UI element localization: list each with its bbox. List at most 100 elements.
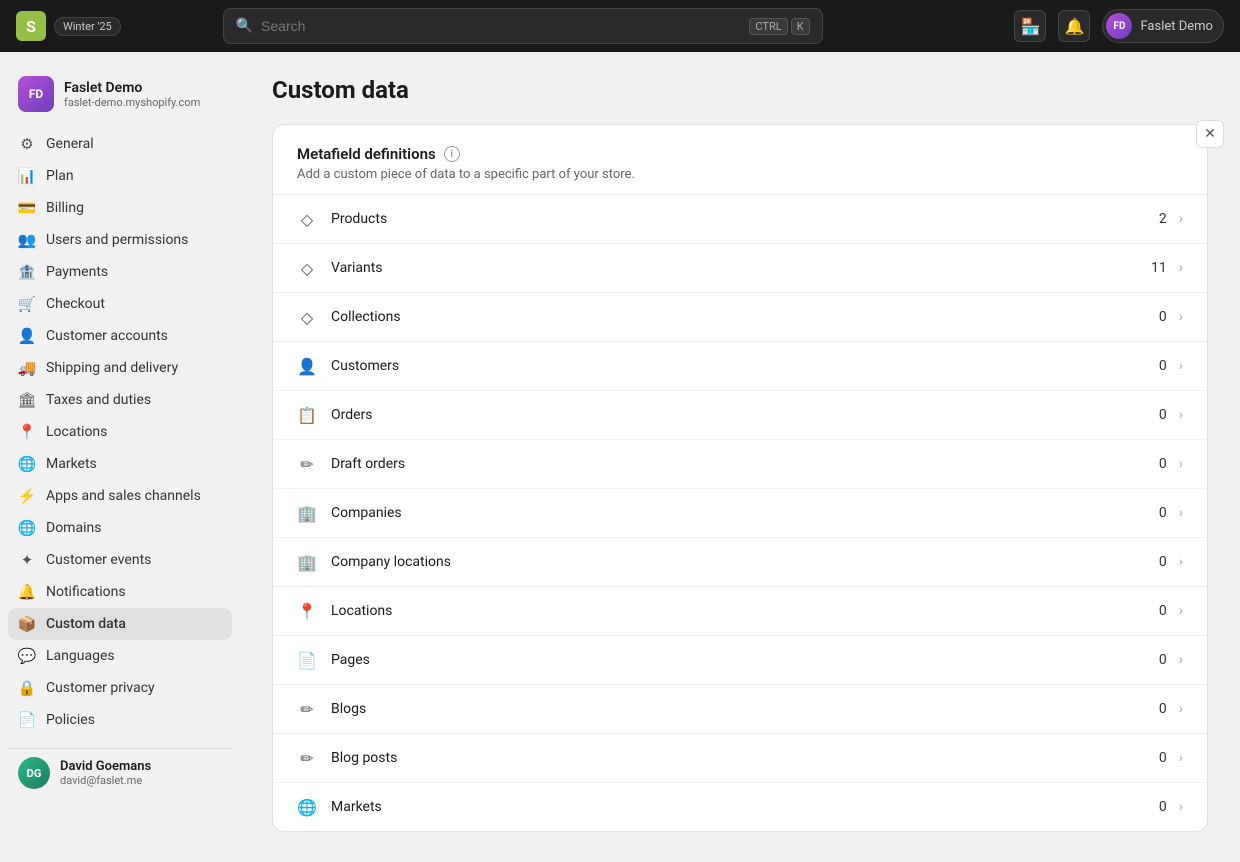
search-bar[interactable]: 🔍 CTRL K: [223, 8, 823, 44]
sidebar-item-users-permissions[interactable]: 👥 Users and permissions: [8, 224, 232, 256]
row-label-draft-orders: Draft orders: [331, 456, 1159, 472]
footer-info: David Goemans david@faslet.me: [60, 759, 151, 787]
row-chevron-products: ›: [1179, 211, 1183, 227]
metafield-rows: ◇ Products 2 › ◇ Variants 11 › ◇ Collect…: [273, 194, 1207, 831]
nav-icon-shipping-delivery: 🚚: [18, 359, 36, 377]
sidebar-item-billing[interactable]: 💳 Billing: [8, 192, 232, 224]
search-input[interactable]: [261, 18, 741, 34]
main-content: Custom data Metafield definitions i Add …: [240, 52, 1240, 856]
metafield-row-draft-orders[interactable]: ✏ Draft orders 0 ›: [273, 439, 1207, 488]
nav-icon-general: ⚙: [18, 135, 36, 153]
top-navigation: S Winter '25 🔍 CTRL K 🏪 🔔 FD Faslet Demo: [0, 0, 1240, 52]
sidebar-item-checkout[interactable]: 🛒 Checkout: [8, 288, 232, 320]
sidebar-item-payments[interactable]: 🏦 Payments: [8, 256, 232, 288]
sidebar-item-policies[interactable]: 📄 Policies: [8, 704, 232, 736]
notifications-button[interactable]: 🔔: [1058, 10, 1090, 42]
row-icon-locations: 📍: [297, 601, 317, 621]
sidebar-item-shipping-delivery[interactable]: 🚚 Shipping and delivery: [8, 352, 232, 384]
row-chevron-variants: ›: [1179, 260, 1183, 276]
metafield-row-blog-posts[interactable]: ✏ Blog posts 0 ›: [273, 733, 1207, 782]
metafield-row-variants[interactable]: ◇ Variants 11 ›: [273, 243, 1207, 292]
svg-text:S: S: [26, 17, 36, 36]
row-count-locations: 0: [1159, 603, 1167, 619]
sidebar-item-languages[interactable]: 💬 Languages: [8, 640, 232, 672]
row-icon-variants: ◇: [297, 258, 317, 278]
row-icon-blogs: ✏: [297, 699, 317, 719]
row-count-companies: 0: [1159, 505, 1167, 521]
metafield-row-products[interactable]: ◇ Products 2 ›: [273, 194, 1207, 243]
row-label-company-locations: Company locations: [331, 554, 1159, 570]
metafield-row-locations[interactable]: 📍 Locations 0 ›: [273, 586, 1207, 635]
sidebar-item-notifications[interactable]: 🔔 Notifications: [8, 576, 232, 608]
sidebar-item-domains[interactable]: 🌐 Domains: [8, 512, 232, 544]
sidebar-footer: DG David Goemans david@faslet.me: [8, 748, 232, 797]
row-chevron-companies: ›: [1179, 505, 1183, 521]
close-area: ✕: [1196, 120, 1224, 148]
row-label-pages: Pages: [331, 652, 1159, 668]
row-count-orders: 0: [1159, 407, 1167, 423]
sidebar-item-customer-accounts[interactable]: 👤 Customer accounts: [8, 320, 232, 352]
row-icon-draft-orders: ✏: [297, 454, 317, 474]
metafield-row-customers[interactable]: 👤 Customers 0 ›: [273, 341, 1207, 390]
nav-label-customer-events: Customer events: [46, 552, 151, 568]
card-header-title: Metafield definitions i: [297, 145, 1183, 163]
nav-label-shipping-delivery: Shipping and delivery: [46, 360, 178, 376]
sidebar-item-customer-privacy[interactable]: 🔒 Customer privacy: [8, 672, 232, 704]
sidebar-item-general[interactable]: ⚙ General: [8, 128, 232, 160]
sidebar-item-custom-data[interactable]: 📦 Custom data: [8, 608, 232, 640]
info-icon[interactable]: i: [444, 146, 460, 162]
sidebar-item-locations[interactable]: 📍 Locations: [8, 416, 232, 448]
nav-label-payments: Payments: [46, 264, 108, 280]
row-chevron-blogs: ›: [1179, 701, 1183, 717]
sidebar-item-taxes-duties[interactable]: 🏛 Taxes and duties: [8, 384, 232, 416]
nav-label-notifications: Notifications: [46, 584, 126, 600]
close-button[interactable]: ✕: [1196, 120, 1224, 148]
metafield-row-companies[interactable]: 🏢 Companies 0 ›: [273, 488, 1207, 537]
row-chevron-locations: ›: [1179, 603, 1183, 619]
user-menu[interactable]: FD Faslet Demo: [1102, 9, 1224, 43]
metafield-row-pages[interactable]: 📄 Pages 0 ›: [273, 635, 1207, 684]
row-icon-collections: ◇: [297, 307, 317, 327]
metafield-row-collections[interactable]: ◇ Collections 0 ›: [273, 292, 1207, 341]
metafield-card: Metafield definitions i Add a custom pie…: [272, 124, 1208, 832]
nav-label-checkout: Checkout: [46, 296, 105, 312]
nav-label-policies: Policies: [46, 712, 95, 728]
card-subtitle: Add a custom piece of data to a specific…: [297, 167, 1183, 182]
sidebar-item-plan[interactable]: 📊 Plan: [8, 160, 232, 192]
sidebar-item-markets[interactable]: 🌐 Markets: [8, 448, 232, 480]
store-url: faslet-demo.myshopify.com: [64, 96, 200, 109]
metafield-row-orders[interactable]: 📋 Orders 0 ›: [273, 390, 1207, 439]
row-chevron-pages: ›: [1179, 652, 1183, 668]
nav-icon-plan: 📊: [18, 167, 36, 185]
row-icon-blog-posts: ✏: [297, 748, 317, 768]
row-chevron-markets: ›: [1179, 799, 1183, 815]
nav-label-billing: Billing: [46, 200, 84, 216]
store-info: Faslet Demo faslet-demo.myshopify.com: [64, 80, 200, 109]
footer-name: David Goemans: [60, 759, 151, 774]
nav-icon-customer-accounts: 👤: [18, 327, 36, 345]
nav-label-markets: Markets: [46, 456, 97, 472]
metafield-row-company-locations[interactable]: 🏢 Company locations 0 ›: [273, 537, 1207, 586]
metafield-row-markets[interactable]: 🌐 Markets 0 ›: [273, 782, 1207, 831]
card-header: Metafield definitions i Add a custom pie…: [273, 125, 1207, 194]
row-label-customers: Customers: [331, 358, 1159, 374]
nav-label-general: General: [46, 136, 94, 152]
store-name: Faslet Demo: [64, 80, 200, 96]
nav-icon-locations: 📍: [18, 423, 36, 441]
main-layout: FD Faslet Demo faslet-demo.myshopify.com…: [0, 52, 1240, 862]
nav-icon-billing: 💳: [18, 199, 36, 217]
sidebar-nav: ⚙ General 📊 Plan 💳 Billing 👥 Users and p…: [8, 128, 232, 736]
row-chevron-blog-posts: ›: [1179, 750, 1183, 766]
row-icon-pages: 📄: [297, 650, 317, 670]
row-count-variants: 11: [1151, 260, 1167, 276]
row-icon-customers: 👤: [297, 356, 317, 376]
sidebar-item-customer-events[interactable]: ✦ Customer events: [8, 544, 232, 576]
store-icon-button[interactable]: 🏪: [1014, 10, 1046, 42]
metafield-row-blogs[interactable]: ✏ Blogs 0 ›: [273, 684, 1207, 733]
nav-icon-payments: 🏦: [18, 263, 36, 281]
store-header: FD Faslet Demo faslet-demo.myshopify.com: [8, 68, 232, 120]
sidebar-item-apps-sales-channels[interactable]: ⚡ Apps and sales channels: [8, 480, 232, 512]
row-chevron-collections: ›: [1179, 309, 1183, 325]
row-count-markets: 0: [1159, 799, 1167, 815]
row-chevron-orders: ›: [1179, 407, 1183, 423]
